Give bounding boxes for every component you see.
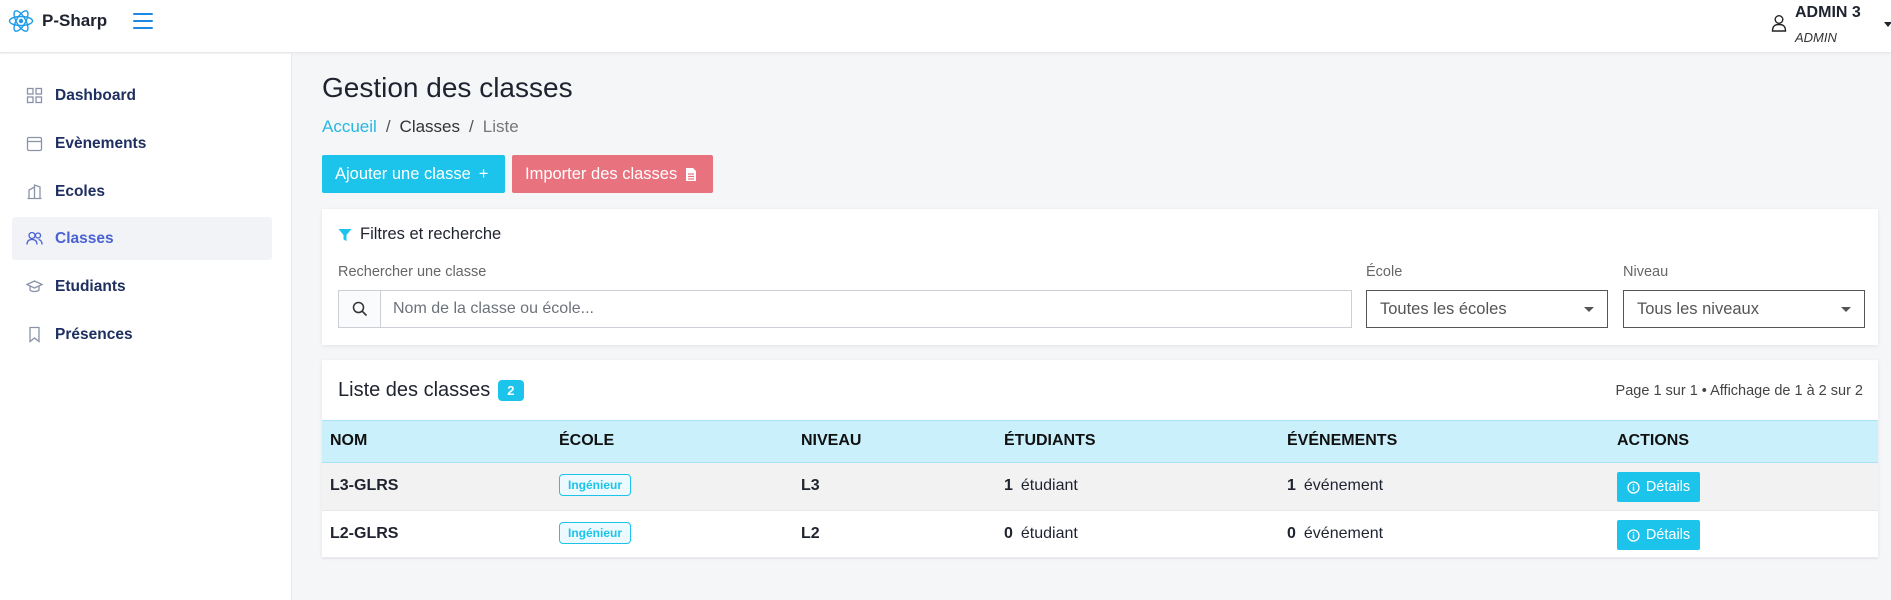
user-menu[interactable]: ADMIN 3 ADMIN bbox=[1771, 4, 1891, 50]
search-input[interactable] bbox=[381, 291, 1351, 327]
column-header-students[interactable]: ÉTUDIANTS bbox=[1004, 432, 1096, 450]
filter-card: Filtres et recherche Rechercher une clas… bbox=[322, 209, 1878, 345]
level-select-value: Tous les niveaux bbox=[1637, 299, 1759, 318]
school-filter-label: École bbox=[1366, 264, 1403, 280]
brand[interactable]: P-Sharp bbox=[8, 8, 107, 34]
import-classes-button[interactable]: Importer des classes bbox=[512, 155, 713, 193]
breadcrumb-separator: / bbox=[385, 117, 391, 136]
details-button[interactable]: Détails bbox=[1617, 520, 1700, 550]
sidebar-item-presences[interactable]: Présences bbox=[12, 313, 272, 356]
event-count: 1 événement bbox=[1287, 477, 1383, 495]
event-count-unit: événement bbox=[1303, 477, 1384, 494]
student-count: 0 étudiant bbox=[1004, 525, 1078, 543]
breadcrumb-classes: Classes bbox=[399, 117, 461, 136]
building-icon bbox=[27, 184, 42, 200]
event-count: 0 événement bbox=[1287, 525, 1383, 543]
column-header-level[interactable]: NIVEAU bbox=[801, 432, 861, 450]
table-header: NOM ÉCOLE NIVEAU ÉTUDIANTS ÉVÉNEMENTS AC… bbox=[322, 420, 1878, 463]
class-name: L2-GLRS bbox=[330, 525, 399, 542]
page-title: Gestion des classes bbox=[322, 72, 573, 103]
class-list-card: Liste des classes 2 Page 1 sur 1 • Affic… bbox=[322, 360, 1878, 559]
column-header-name[interactable]: NOM bbox=[330, 432, 367, 450]
breadcrumb: Accueil / Classes / Liste bbox=[322, 117, 519, 137]
breadcrumb-home[interactable]: Accueil bbox=[322, 117, 377, 137]
filter-icon bbox=[338, 228, 352, 241]
filter-title: Filtres et recherche bbox=[360, 225, 502, 243]
class-name: L3-GLRS bbox=[330, 477, 399, 494]
sidebar-item-etudiants[interactable]: Etudiants bbox=[12, 265, 272, 308]
column-header-events[interactable]: ÉVÉNEMENTS bbox=[1287, 432, 1397, 450]
import-classes-label: Importer des classes bbox=[525, 164, 678, 183]
list-title: Liste des classes bbox=[338, 379, 491, 401]
app-name: P-Sharp bbox=[42, 11, 108, 30]
file-icon bbox=[686, 167, 697, 181]
event-count-value: 1 bbox=[1287, 477, 1296, 494]
table-row: L2-GLRS Ingénieur L2 0 étudiant 0 événemen… bbox=[322, 511, 1878, 559]
student-count-unit: étudiant bbox=[1020, 477, 1078, 494]
search-field bbox=[338, 290, 1352, 328]
users-icon bbox=[26, 231, 43, 245]
bookmark-icon bbox=[29, 326, 40, 343]
level-filter-label: Niveau bbox=[1623, 264, 1669, 280]
graduation-cap-icon bbox=[26, 280, 43, 293]
sidebar: Dashboard Evènements Ecoles Classes Etud… bbox=[0, 54, 292, 600]
list-header: Liste des classes 2 bbox=[338, 379, 524, 402]
event-count-value: 0 bbox=[1287, 525, 1296, 542]
class-level: L2 bbox=[801, 525, 820, 542]
level-select[interactable]: Tous les niveaux bbox=[1623, 290, 1865, 328]
event-count-unit: événement bbox=[1303, 525, 1384, 542]
menu-toggle-icon[interactable] bbox=[133, 13, 153, 31]
breadcrumb-separator: / bbox=[469, 117, 474, 136]
sidebar-item-evenements[interactable]: Evènements bbox=[12, 122, 272, 165]
plus-icon: + bbox=[478, 164, 489, 183]
sidebar-item-label: Etudiants bbox=[55, 277, 126, 295]
details-button[interactable]: Détails bbox=[1617, 472, 1700, 502]
details-label: Détails bbox=[1645, 479, 1691, 495]
sidebar-item-label: Classes bbox=[55, 229, 114, 247]
user-name: ADMIN 3 bbox=[1795, 4, 1861, 21]
user-role: ADMIN bbox=[1795, 30, 1837, 45]
sidebar-item-classes[interactable]: Classes bbox=[12, 217, 272, 260]
school-select-value: Toutes les écoles bbox=[1380, 299, 1507, 318]
student-count-value: 1 bbox=[1004, 477, 1013, 494]
chevron-down-icon bbox=[1584, 307, 1594, 312]
react-atom-icon bbox=[8, 10, 34, 32]
sidebar-item-label: Dashboard bbox=[55, 86, 136, 104]
school-badge: Ingénieur bbox=[559, 522, 632, 544]
chevron-down-icon bbox=[1841, 307, 1851, 312]
chevron-down-icon bbox=[1884, 22, 1891, 27]
calendar-icon bbox=[26, 136, 43, 152]
count-badge: 2 bbox=[498, 380, 524, 401]
user-icon bbox=[1771, 15, 1787, 32]
filter-header: Filtres et recherche bbox=[338, 225, 501, 244]
details-label: Détails bbox=[1645, 527, 1691, 543]
student-count-value: 0 bbox=[1004, 525, 1013, 542]
school-badge: Ingénieur bbox=[559, 474, 632, 496]
search-label: Rechercher une classe bbox=[338, 264, 487, 280]
table-row: L3-GLRS Ingénieur L3 1 étudiant 1 événemen… bbox=[322, 463, 1878, 511]
add-class-button[interactable]: Ajouter une classe + bbox=[322, 155, 505, 193]
add-class-label: Ajouter une classe bbox=[335, 164, 471, 183]
sidebar-item-label: Evènements bbox=[55, 134, 147, 152]
top-bar: P-Sharp ADMIN 3 ADMIN bbox=[0, 0, 1891, 53]
search-icon-box bbox=[339, 291, 381, 327]
class-level: L3 bbox=[801, 477, 820, 494]
student-count: 1 étudiant bbox=[1004, 477, 1078, 495]
student-count-unit: étudiant bbox=[1020, 525, 1078, 542]
sidebar-item-label: Présences bbox=[55, 325, 133, 343]
info-icon bbox=[1627, 528, 1640, 542]
column-header-actions: ACTIONS bbox=[1617, 432, 1689, 449]
dashboard-grid-icon bbox=[26, 87, 43, 104]
pagination-info: Page 1 sur 1 • Affichage de 1 à 2 sur 2 bbox=[1615, 383, 1863, 399]
school-select[interactable]: Toutes les écoles bbox=[1366, 290, 1608, 328]
sidebar-item-label: Ecoles bbox=[55, 182, 105, 200]
sidebar-item-dashboard[interactable]: Dashboard bbox=[12, 74, 272, 117]
sidebar-item-ecoles[interactable]: Ecoles bbox=[12, 170, 272, 213]
info-icon bbox=[1627, 480, 1640, 494]
column-header-school[interactable]: ÉCOLE bbox=[559, 432, 614, 450]
search-icon bbox=[352, 301, 367, 317]
breadcrumb-list: Liste bbox=[482, 117, 519, 136]
